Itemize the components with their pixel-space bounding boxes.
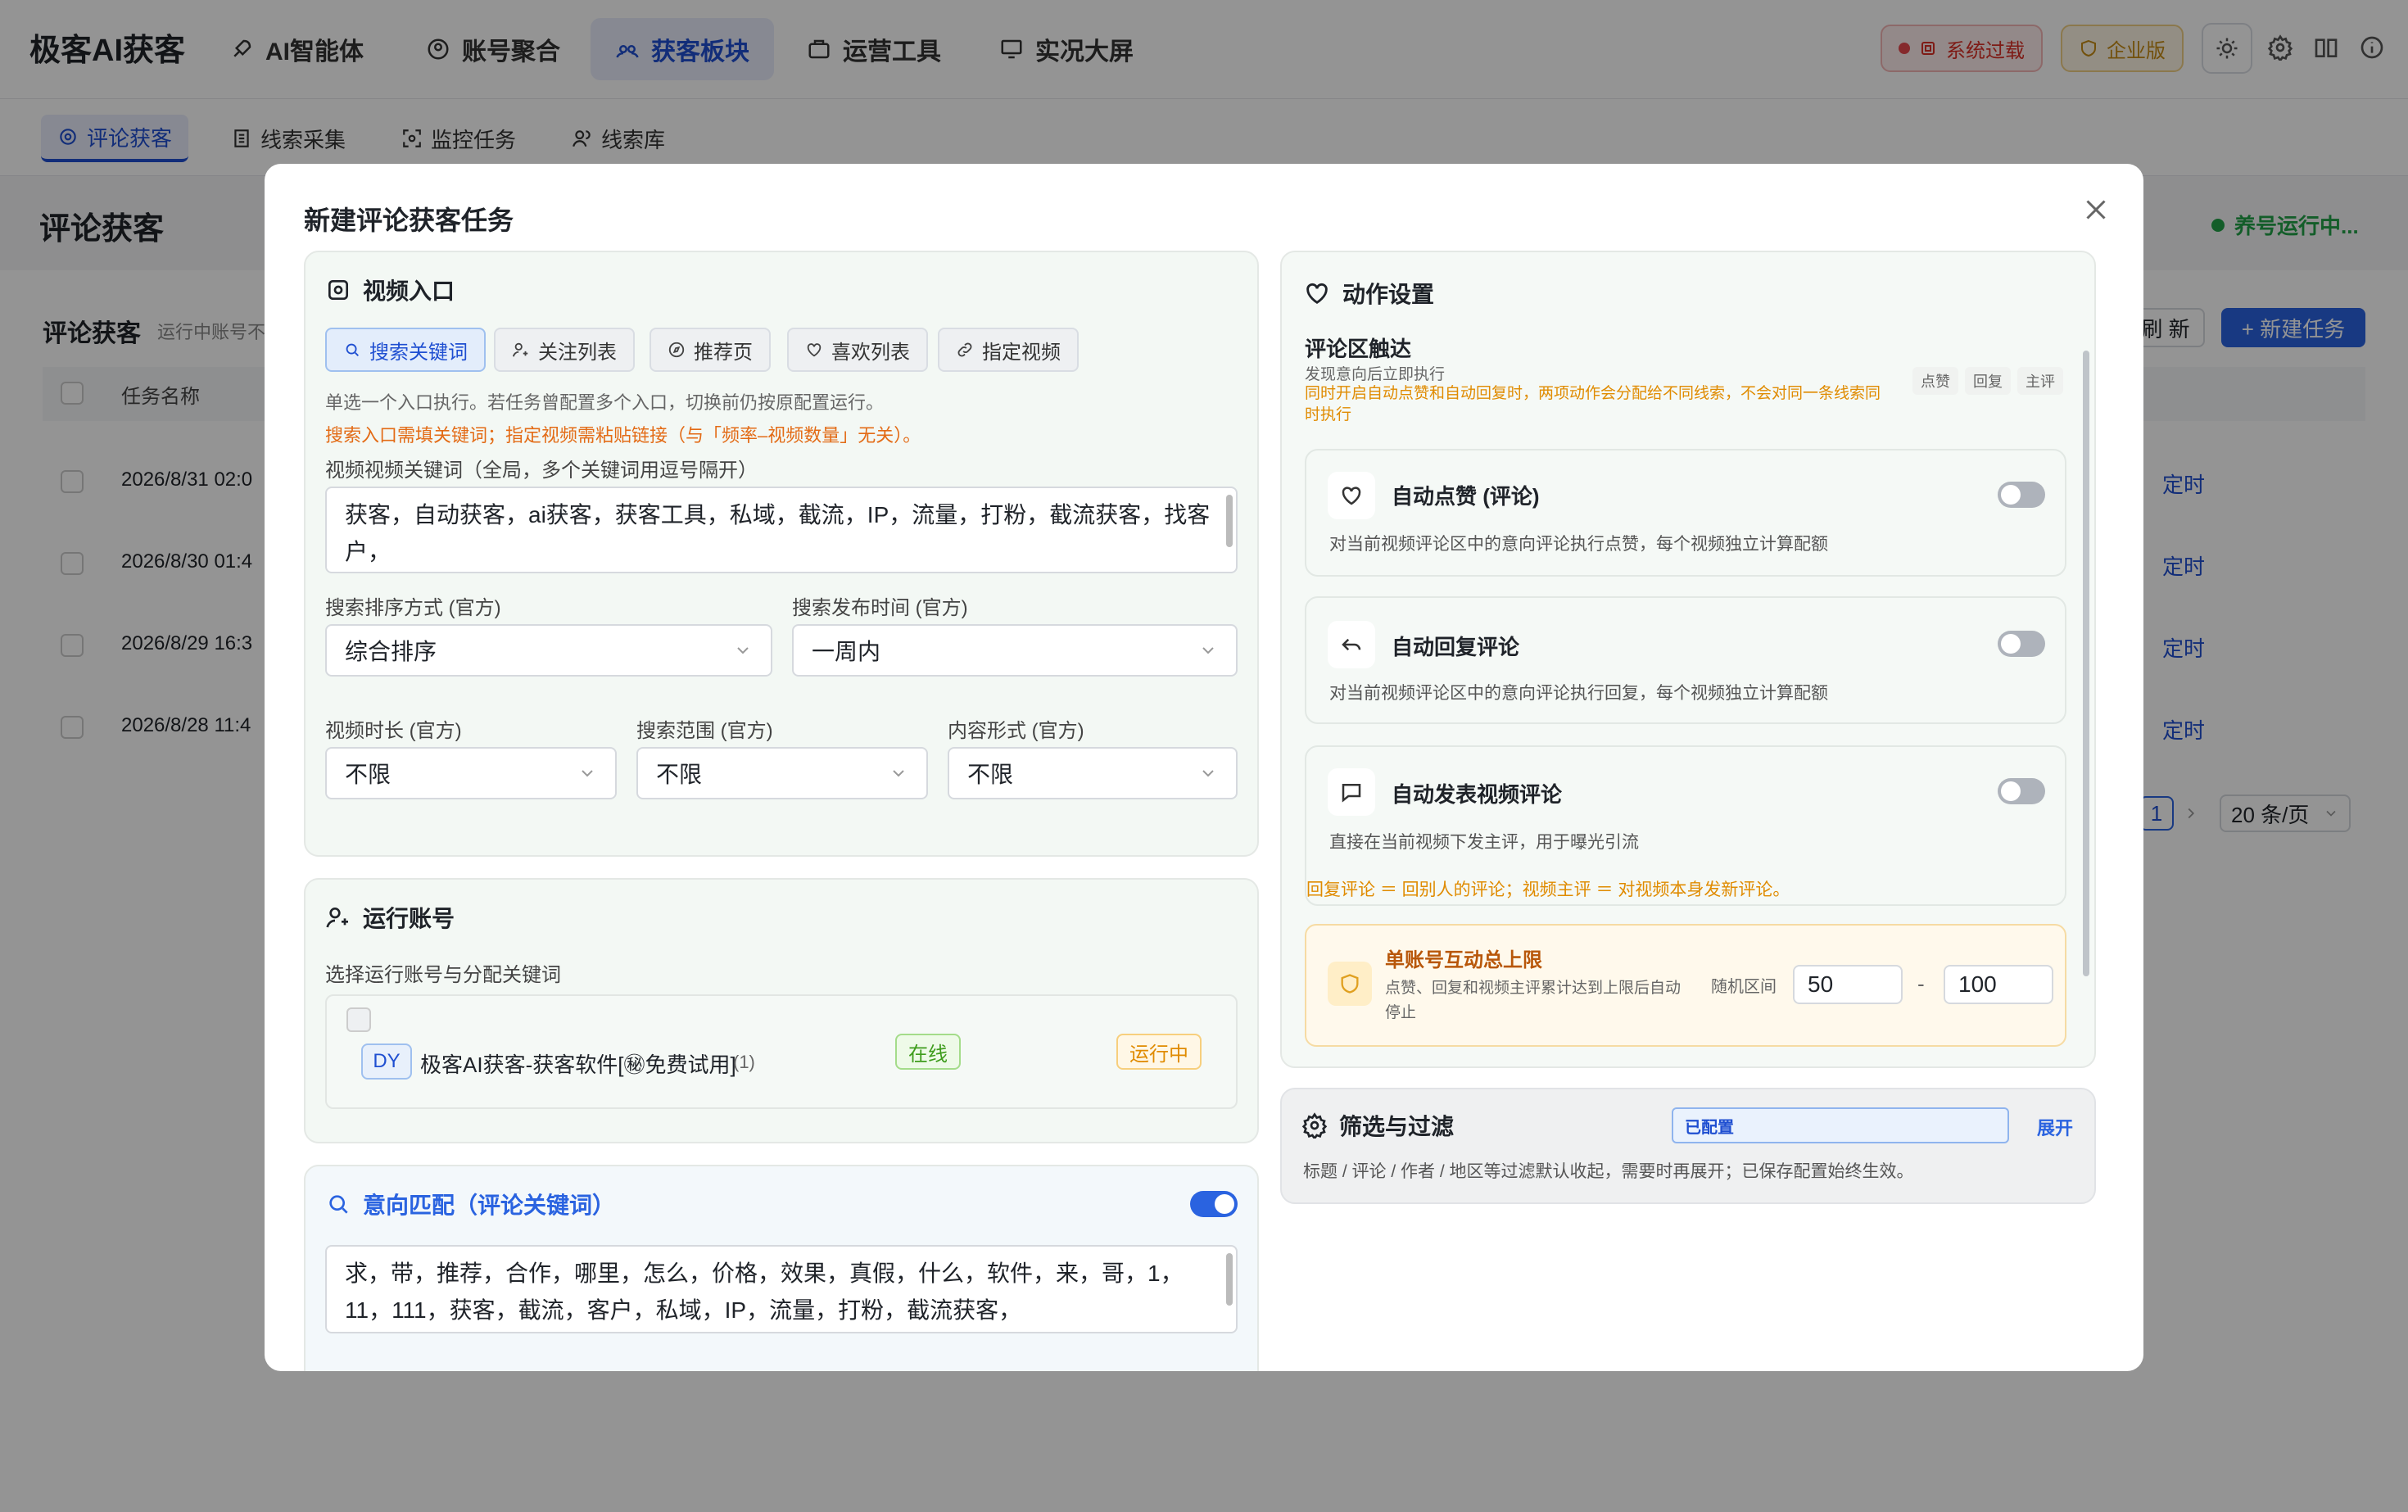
- auto-like-desc: 对当前视频评论区中的意向评论执行点赞，每个视频独立计算配额: [1329, 535, 1828, 554]
- auto-comment-toggle[interactable]: [1998, 778, 2045, 804]
- search-icon: [343, 341, 361, 359]
- chip-specific-video[interactable]: 指定视频: [938, 328, 1079, 372]
- account-checkbox[interactable]: [346, 1007, 371, 1032]
- auto-comment-desc: 直接在当前视频下发主评，用于曝光引流: [1329, 833, 1639, 852]
- entry-chip-group: 搜索关键词 关注列表 推荐页 喜欢列表 指定视频: [325, 328, 1242, 373]
- running-badge: 运行中: [1116, 1034, 1202, 1070]
- video-entry-card: 视频入口 搜索关键词 关注列表 推荐页 喜欢列表 指定视频 单选一个入口执行。若…: [304, 251, 1259, 857]
- close-icon[interactable]: [2081, 195, 2111, 224]
- video-entry-title: 视频入口: [363, 278, 455, 304]
- run-account-card: 运行账号 选择运行账号与分配关键词 DY 极客AI获客-获客软件[㊙免费试用] …: [304, 878, 1259, 1143]
- link-icon: [956, 341, 974, 359]
- comment-reach-title: 评论区触达: [1305, 337, 1412, 361]
- entry-warning: 搜索入口需填关键词；指定视频需粘贴链接（与「频率–视频数量」无关）。: [325, 425, 921, 446]
- account-row[interactable]: DY 极客AI获客-获客软件[㊙免费试用] (1) 在线 运行中: [325, 994, 1238, 1109]
- range-separator: -: [1917, 971, 1925, 996]
- reply-icon: [1328, 621, 1375, 668]
- comment-reach-warning: 同时开启自动点赞和自动回复时，两项动作会分配给不同线索，不会对同一条线索同时执行: [1305, 385, 1881, 423]
- search-range-select[interactable]: 不限: [636, 747, 928, 799]
- account-name: 极客AI获客-获客软件[㊙免费试用]: [420, 1053, 736, 1077]
- auto-reply-desc: 对当前视频评论区中的意向评论执行回复，每个视频独立计算配额: [1329, 684, 1828, 703]
- chevron-down-icon: [577, 763, 597, 783]
- auto-like-toggle[interactable]: [1998, 482, 2045, 508]
- heart-icon: [1328, 472, 1375, 519]
- search-range-label: 搜索范围 (官方): [636, 720, 773, 742]
- user-add-icon: [512, 341, 530, 359]
- limit-title: 单账号互动总上限: [1385, 949, 1542, 971]
- compass-icon: [668, 341, 686, 359]
- heart-icon: [805, 341, 823, 359]
- comment-reach-subtitle: 发现意向后立即执行: [1305, 366, 1446, 383]
- auto-reply-title: 自动回复评论: [1392, 635, 1520, 659]
- search-icon: [325, 1191, 351, 1217]
- filter-title: 筛选与过滤: [1339, 1114, 1455, 1139]
- action-settings-card: 动作设置 评论区触达 发现意向后立即执行 同时开启自动点赞和自动回复时，两项动作…: [1280, 251, 2096, 1068]
- chip-follow-list[interactable]: 关注列表: [494, 328, 635, 372]
- action-tag-group: 点赞 回复 主评: [1912, 367, 2063, 395]
- configured-badge: 已配置: [1672, 1107, 2009, 1143]
- auto-like-title: 自动点赞 (评论): [1392, 484, 1540, 509]
- auto-like-item: 自动点赞 (评论) 对当前视频评论区中的意向评论执行点赞，每个视频独立计算配额: [1305, 449, 2066, 577]
- chevron-down-icon: [1198, 763, 1218, 783]
- chip-recommend-page[interactable]: 推荐页: [650, 328, 771, 372]
- new-task-modal: 新建评论获客任务 视频入口 搜索关键词 关注列表 推荐页 喜欢列表 指定视频 单…: [265, 164, 2143, 1371]
- content-type-label: 内容形式 (官方): [948, 720, 1084, 742]
- intent-title: 意向匹配（评论关键词）: [363, 1193, 616, 1218]
- chevron-down-icon: [889, 763, 908, 783]
- chevron-down-icon: [1198, 641, 1218, 660]
- tag-reply: 回复: [1965, 367, 2011, 395]
- run-account-subtitle: 选择运行账号与分配关键词: [325, 964, 561, 986]
- sort-select[interactable]: 综合排序: [325, 624, 772, 677]
- filter-card: 筛选与过滤 已配置 展开 标题 / 评论 / 作者 / 地区等过滤默认收起，需要…: [1280, 1088, 2096, 1204]
- action-footnote: 回复评论 ＝ 回别人的评论；视频主评 ＝ 对视频本身发新评论。: [1306, 880, 1790, 899]
- content-type-select[interactable]: 不限: [948, 747, 1238, 799]
- intent-match-card: 意向匹配（评论关键词） 求，带，推荐，合作，哪里，怎么，价格，效果，真假，什么，…: [304, 1165, 1259, 1371]
- publish-time-label: 搜索发布时间 (官方): [792, 597, 968, 619]
- user-add-icon: [325, 904, 351, 930]
- publish-time-select[interactable]: 一周内: [792, 624, 1238, 677]
- shield-icon: [1328, 962, 1372, 1006]
- duration-label: 视频时长 (官方): [325, 720, 462, 742]
- keywords-label: 视频视频关键词（全局，多个关键词用逗号隔开）: [325, 459, 758, 482]
- duration-select[interactable]: 不限: [325, 747, 617, 799]
- tag-main-comment: 主评: [2017, 367, 2063, 395]
- scrollbar[interactable]: [2083, 351, 2089, 976]
- limit-desc: 点赞、回复和视频主评累计达到上限后自动停止: [1385, 980, 1682, 1021]
- chip-like-list[interactable]: 喜欢列表: [787, 328, 928, 372]
- online-badge: 在线: [895, 1034, 961, 1070]
- heart-icon: [1303, 279, 1331, 307]
- action-settings-title: 动作设置: [1342, 282, 1435, 307]
- scrollbar[interactable]: [1226, 1253, 1233, 1306]
- intent-keywords-textarea[interactable]: 求，带，推荐，合作，哪里，怎么，价格，效果，真假，什么，软件，来，哥，1，11，…: [325, 1245, 1238, 1333]
- gear-icon: [325, 277, 351, 303]
- limit-min-input[interactable]: 50: [1793, 965, 1903, 1004]
- modal-title: 新建评论获客任务: [304, 206, 514, 235]
- auto-comment-title: 自动发表视频评论: [1392, 782, 1563, 807]
- account-count: (1): [733, 1052, 755, 1072]
- intent-toggle[interactable]: [1190, 1191, 1238, 1217]
- entry-note: 单选一个入口执行。若任务曾配置多个入口，切换前仍按原配置运行。: [325, 392, 885, 413]
- run-account-title: 运行账号: [363, 906, 455, 931]
- scrollbar[interactable]: [1226, 495, 1233, 547]
- sort-label: 搜索排序方式 (官方): [325, 597, 501, 619]
- filter-desc: 标题 / 评论 / 作者 / 地区等过滤默认收起，需要时再展开；已保存配置始终生…: [1303, 1162, 1914, 1181]
- range-label: 随机区间: [1711, 978, 1777, 996]
- limit-max-input[interactable]: 100: [1944, 965, 2053, 1004]
- gear-icon: [1301, 1112, 1328, 1139]
- expand-link[interactable]: 展开: [2037, 1114, 2073, 1140]
- auto-reply-toggle[interactable]: [1998, 631, 2045, 657]
- chip-search-keyword[interactable]: 搜索关键词: [325, 328, 486, 372]
- interaction-limit-box: 单账号互动总上限 点赞、回复和视频主评累计达到上限后自动停止 随机区间 50 -…: [1305, 924, 2066, 1047]
- auto-reply-item: 自动回复评论 对当前视频评论区中的意向评论执行回复，每个视频独立计算配额: [1305, 596, 2066, 724]
- comment-icon: [1328, 768, 1375, 816]
- video-keywords-textarea[interactable]: 获客，自动获客，ai获客，获客工具，私域，截流，IP，流量，打粉，截流获客，找客…: [325, 487, 1238, 573]
- chevron-down-icon: [733, 641, 753, 660]
- platform-tag: DY: [361, 1043, 412, 1080]
- tag-like: 点赞: [1912, 367, 1958, 395]
